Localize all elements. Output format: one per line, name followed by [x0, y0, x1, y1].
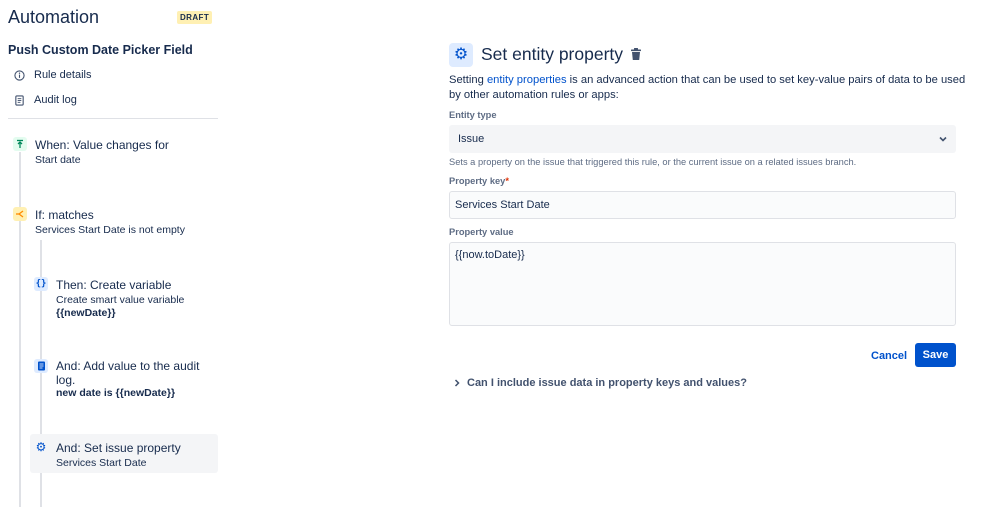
- step-audit-log-title-line1: And: Add value to the audit: [56, 359, 200, 373]
- gear-icon: ⚙: [449, 43, 473, 67]
- property-key-label: Property key*: [449, 176, 509, 186]
- chevron-down-icon: [939, 136, 947, 142]
- step-set-issue-property-subtitle: Services Start Date: [56, 457, 147, 469]
- step-create-variable-value: {{newDate}}: [56, 307, 116, 319]
- faq-label: Can I include issue data in property key…: [467, 377, 747, 389]
- cancel-button[interactable]: Cancel: [865, 344, 913, 367]
- step-condition-subtitle: Services Start Date is not empty: [35, 224, 185, 236]
- step-trigger-subtitle: Start date: [35, 154, 81, 166]
- draft-badge: DRAFT: [177, 11, 213, 24]
- property-key-input[interactable]: Services Start Date: [449, 191, 956, 219]
- panel-description: Setting entity properties is an advanced…: [449, 73, 969, 103]
- entity-properties-link[interactable]: entity properties: [487, 74, 567, 86]
- step-condition-title: If: matches: [35, 208, 94, 222]
- step-trigger-title: When: Value changes for: [35, 138, 169, 152]
- required-indicator: *: [505, 176, 509, 186]
- nav-rule-details-label: Rule details: [34, 69, 92, 81]
- chevron-right-icon: [454, 379, 460, 387]
- entity-type-select[interactable]: Issue: [449, 125, 956, 153]
- audit-log-icon: [34, 359, 48, 373]
- step-create-variable-subtitle: Create smart value variable: [56, 294, 185, 306]
- trash-icon[interactable]: [629, 47, 643, 61]
- braces-icon: {}: [34, 277, 48, 291]
- branch-condition-icon: [13, 207, 27, 221]
- step-audit-log[interactable]: And: Add value to the audit log. new dat…: [30, 356, 218, 402]
- app-title: Automation: [8, 7, 100, 27]
- entity-type-label: Entity type: [449, 110, 497, 120]
- rule-name: Push Custom Date Picker Field: [8, 43, 193, 57]
- nav-divider: [8, 118, 218, 119]
- property-value-textarea[interactable]: {{now.toDate}}: [449, 242, 956, 326]
- entity-type-helper: Sets a property on the issue that trigge…: [449, 157, 857, 167]
- nav-audit-log[interactable]: Audit log: [14, 94, 77, 106]
- gear-icon: ⚙: [35, 440, 47, 454]
- step-audit-log-value: new date is {{newDate}}: [56, 387, 176, 399]
- step-trigger[interactable]: When: Value changes for Start date: [10, 135, 218, 169]
- step-set-issue-property[interactable]: ⚙ And: Set issue property Services Start…: [30, 434, 218, 473]
- step-audit-log-title-line2: log.: [56, 373, 76, 387]
- property-value-label: Property value: [449, 227, 514, 237]
- trigger-icon: [13, 137, 27, 151]
- property-key-label-text: Property key: [449, 176, 506, 186]
- save-button[interactable]: Save: [915, 343, 956, 367]
- document-icon: [15, 94, 24, 106]
- nav-rule-details[interactable]: Rule details: [14, 69, 91, 81]
- description-text-start: Setting: [449, 74, 487, 86]
- step-condition[interactable]: If: matches Services Start Date is not e…: [10, 205, 218, 239]
- nav-audit-log-label: Audit log: [34, 94, 77, 106]
- step-set-issue-property-title: And: Set issue property: [56, 441, 181, 455]
- step-create-variable-title: Then: Create variable: [56, 278, 172, 292]
- step-create-variable[interactable]: {} Then: Create variable Create smart va…: [30, 275, 218, 321]
- rule-sidebar: Automation DRAFT Push Custom Date Picker…: [0, 0, 225, 507]
- panel-title: Set entity property: [481, 44, 624, 64]
- faq-expander[interactable]: Can I include issue data in property key…: [453, 377, 747, 389]
- info-icon: [14, 69, 25, 81]
- entity-type-value: Issue: [458, 133, 485, 145]
